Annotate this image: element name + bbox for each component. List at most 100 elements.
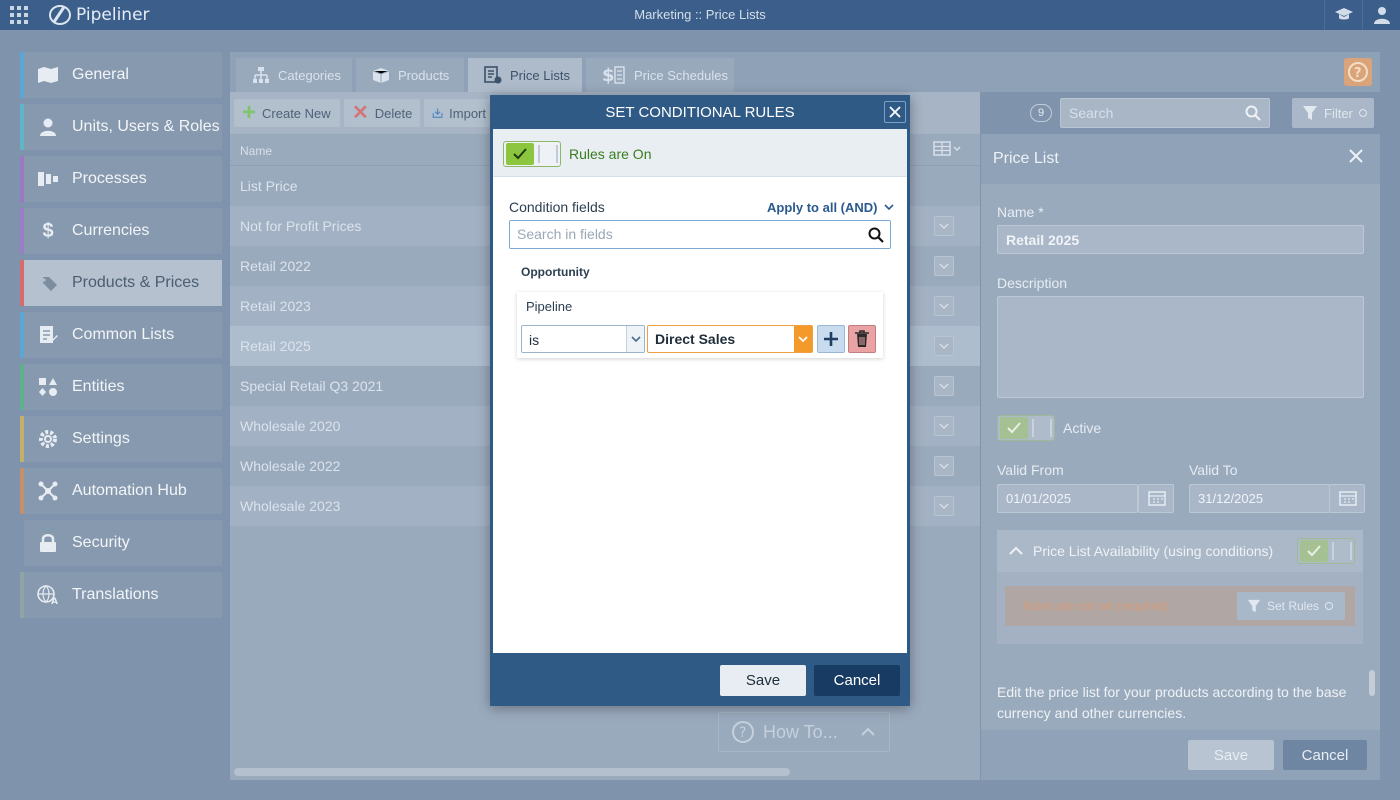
user-icon bbox=[36, 116, 60, 138]
operator-select[interactable]: is bbox=[521, 325, 645, 353]
apply-all-dropdown[interactable]: Apply to all (AND) bbox=[767, 200, 894, 215]
row-name: List Price bbox=[240, 178, 298, 194]
search-fields-input[interactable]: Search in fields bbox=[509, 220, 891, 249]
filter-icon bbox=[1303, 106, 1317, 120]
sidebar-item-label: Currencies bbox=[72, 222, 150, 239]
tab-bar: Categories Products Price Lists $ Price … bbox=[230, 52, 1380, 92]
settings-sidebar: General Units, Users & Roles Processes $… bbox=[20, 52, 222, 624]
sidebar-item-processes[interactable]: Processes bbox=[20, 156, 222, 202]
dialog-cancel-button[interactable]: Cancel bbox=[814, 665, 900, 696]
tab-price-lists[interactable]: Price Lists bbox=[468, 58, 582, 92]
sidebar-item-common-lists[interactable]: Common Lists bbox=[20, 312, 222, 358]
how-to-button[interactable]: ? How To... bbox=[718, 712, 890, 752]
rules-on-toggle[interactable] bbox=[503, 141, 561, 167]
tab-products[interactable]: Products bbox=[356, 58, 464, 92]
question-circle-icon: ? bbox=[732, 721, 754, 743]
chevron-down-icon bbox=[798, 335, 808, 342]
tab-price-schedules[interactable]: $ Price Schedules bbox=[586, 58, 734, 92]
row-menu-chevron-icon[interactable] bbox=[934, 296, 954, 316]
valid-from-field[interactable]: 01/01/2025 bbox=[997, 484, 1138, 513]
row-name: Retail 2025 bbox=[240, 338, 311, 354]
translate-icon: A bbox=[36, 584, 60, 606]
detail-panel-title: Price List bbox=[993, 150, 1059, 167]
svg-text:A: A bbox=[51, 597, 58, 605]
detail-panel-header: Price List bbox=[981, 134, 1380, 184]
horizontal-scrollbar[interactable] bbox=[234, 768, 790, 776]
sidebar-item-entities[interactable]: Entities bbox=[20, 364, 222, 410]
graduation-cap-icon[interactable] bbox=[1324, 0, 1362, 30]
availability-header[interactable]: Price List Availability (using condition… bbox=[997, 530, 1363, 572]
how-to-label: How To... bbox=[763, 721, 838, 742]
plus-icon bbox=[824, 332, 838, 346]
vertical-scrollbar[interactable] bbox=[1369, 670, 1375, 696]
help-button[interactable]: ? bbox=[1344, 58, 1372, 86]
active-toggle[interactable] bbox=[997, 415, 1055, 441]
chevron-down-icon bbox=[883, 204, 894, 211]
column-settings-icon[interactable] bbox=[930, 138, 962, 161]
calendar-icon bbox=[1148, 491, 1166, 506]
sidebar-item-label: Units, Users & Roles bbox=[72, 118, 220, 135]
conditional-rules-dialog: SET CONDITIONAL RULES Rules are On Condi… bbox=[490, 95, 910, 706]
valid-to-calendar-button[interactable] bbox=[1329, 484, 1365, 513]
close-icon[interactable] bbox=[1348, 148, 1364, 164]
row-menu-chevron-icon[interactable] bbox=[934, 416, 954, 436]
row-menu-chevron-icon[interactable] bbox=[934, 216, 954, 236]
detail-cancel-button[interactable]: Cancel bbox=[1283, 740, 1367, 770]
user-profile-icon[interactable] bbox=[1362, 0, 1400, 30]
sidebar-item-units-users-roles[interactable]: Units, Users & Roles bbox=[20, 104, 222, 150]
row-menu-chevron-icon[interactable] bbox=[934, 376, 954, 396]
sidebar-item-general[interactable]: General bbox=[20, 52, 222, 98]
dialog-body: Rules are On Condition fields Apply to a… bbox=[493, 129, 907, 653]
valid-to-field[interactable]: 31/12/2025 bbox=[1189, 484, 1330, 513]
sidebar-item-settings[interactable]: Settings bbox=[20, 416, 222, 462]
dialog-close-button[interactable] bbox=[884, 101, 906, 123]
chevron-up-icon bbox=[860, 727, 875, 736]
price-list-detail-panel: Price List Name * Retail 2025 Descriptio… bbox=[981, 134, 1380, 780]
value-select[interactable]: Direct Sales bbox=[647, 325, 813, 353]
row-name: Retail 2022 bbox=[240, 258, 311, 274]
window-title: Marketing :: Price Lists bbox=[634, 7, 766, 22]
description-field[interactable] bbox=[997, 296, 1364, 398]
availability-toggle[interactable] bbox=[1297, 538, 1355, 564]
tab-label: Categories bbox=[278, 67, 341, 83]
availability-section: Price List Availability (using condition… bbox=[997, 530, 1363, 644]
import-label: Import bbox=[449, 105, 486, 121]
column-name-header[interactable]: Name bbox=[240, 144, 272, 158]
import-button[interactable]: Import bbox=[424, 99, 494, 127]
sidebar-item-automation-hub[interactable]: Automation Hub bbox=[20, 468, 222, 514]
availability-label: Price List Availability (using condition… bbox=[1033, 543, 1274, 559]
description-label: Description bbox=[997, 275, 1068, 291]
row-menu-chevron-icon[interactable] bbox=[934, 456, 954, 476]
create-new-button[interactable]: + Create New bbox=[234, 99, 340, 127]
row-name: Not for Profit Prices bbox=[240, 218, 362, 234]
valid-from-label: Valid From bbox=[997, 462, 1064, 478]
close-icon bbox=[889, 106, 901, 118]
row-menu-chevron-icon[interactable] bbox=[934, 256, 954, 276]
delete-button[interactable]: ✕ Delete bbox=[344, 99, 420, 127]
tab-categories[interactable]: Categories bbox=[236, 58, 352, 92]
sidebar-item-label: Translations bbox=[72, 586, 159, 603]
sidebar-item-currencies[interactable]: $ Currencies bbox=[20, 208, 222, 254]
row-menu-chevron-icon[interactable] bbox=[934, 496, 954, 516]
sidebar-item-security[interactable]: Security bbox=[20, 520, 222, 566]
condition-fields-label: Condition fields bbox=[509, 199, 605, 215]
add-condition-button[interactable] bbox=[817, 325, 845, 353]
sidebar-item-label: Security bbox=[72, 534, 130, 551]
sidebar-item-products-prices[interactable]: Products & Prices bbox=[20, 260, 222, 306]
valid-from-calendar-button[interactable] bbox=[1138, 484, 1174, 513]
check-icon bbox=[1007, 422, 1021, 434]
list-edit-icon bbox=[36, 324, 60, 346]
dialog-save-button[interactable]: Save bbox=[720, 665, 806, 696]
gear-icon bbox=[36, 428, 60, 450]
delete-condition-button[interactable] bbox=[848, 325, 876, 353]
list-search-input[interactable]: Search bbox=[1060, 98, 1270, 128]
detail-save-button[interactable]: Save bbox=[1188, 740, 1274, 770]
tab-label: Products bbox=[398, 67, 450, 83]
row-menu-chevron-icon[interactable] bbox=[934, 336, 954, 356]
name-field[interactable]: Retail 2025 bbox=[997, 225, 1364, 254]
calendar-icon bbox=[1339, 491, 1357, 506]
set-rules-button[interactable]: Set Rules bbox=[1237, 592, 1345, 620]
filter-button[interactable]: Filter bbox=[1292, 98, 1374, 128]
sidebar-item-translations[interactable]: A Translations bbox=[20, 572, 222, 618]
row-name: Wholesale 2022 bbox=[240, 458, 341, 474]
